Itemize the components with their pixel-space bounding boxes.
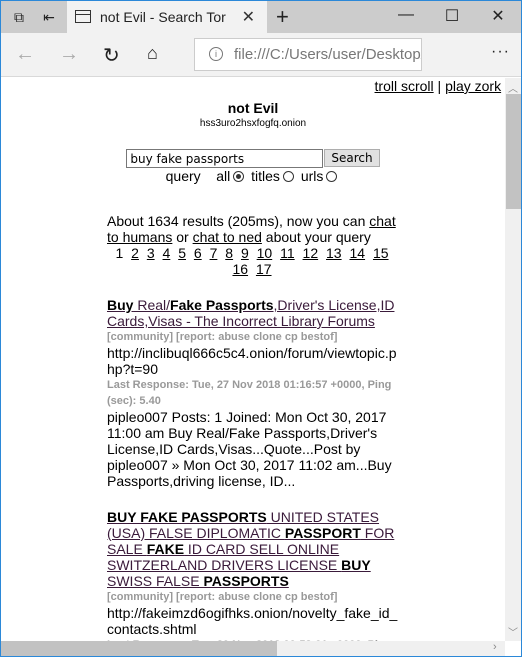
current-page: 1 (115, 245, 124, 261)
tab-manager-icon[interactable]: ⧉ (11, 9, 27, 25)
set-aside-tabs-icon[interactable]: ⇤ (41, 9, 57, 25)
title-part: Buy (107, 297, 134, 313)
close-tab-icon[interactable]: ✕ (242, 7, 255, 27)
result-url: http://inclibuql666c5c4.onion/forum/view… (107, 345, 397, 377)
mode-titles-label: titles (251, 168, 280, 184)
separator: | (437, 78, 442, 94)
title-part: Fake Passports (170, 297, 274, 313)
title-bar: ⧉ ⇤ not Evil - Search Tor ✕ + — ☐ ✕ (1, 1, 521, 33)
play-zork-link[interactable]: play zork (445, 78, 501, 94)
search-result: BUY FAKE PASSPORTS UNITED STATES (USA) F… (107, 509, 402, 641)
scroll-up-icon[interactable]: ︿ (508, 80, 518, 95)
scroll-down-icon[interactable]: ﹀ (508, 624, 518, 639)
search-result: Buy Real/Fake Passports,Driver's License… (107, 297, 402, 489)
result-title-link[interactable]: BUY FAKE PASSPORTS UNITED STATES (USA) F… (107, 509, 402, 589)
search-button[interactable]: Search (324, 149, 380, 167)
minimize-icon[interactable]: — (383, 6, 429, 24)
page-link[interactable]: 16 (232, 261, 248, 277)
page-link[interactable]: 12 (303, 245, 319, 261)
page-icon (75, 10, 91, 23)
page-link[interactable]: 3 (147, 245, 155, 261)
title-part: PASSPORTS (203, 573, 289, 589)
page-link[interactable]: 2 (131, 245, 139, 261)
troll-scroll-link[interactable]: troll scroll (375, 78, 434, 94)
result-tags: [community] [report: abuse clone cp best… (107, 591, 338, 603)
title-part: BUY FAKE PASSPORTS (107, 509, 267, 525)
title-part: SWISS FALSE (107, 573, 204, 589)
page-link[interactable]: 17 (256, 261, 272, 277)
mode-all-label: all (216, 168, 231, 184)
page-link[interactable]: 7 (210, 245, 218, 261)
page-link[interactable]: 9 (241, 245, 249, 261)
page-link[interactable]: 5 (178, 245, 186, 261)
pagination: 1 2 3 4 5 6 7 8 9 10 11 12 13 14 15 16 1… (102, 245, 402, 277)
address-bar[interactable]: i file:///C:/Users/user/Desktop/tes (194, 38, 422, 71)
page-link[interactable]: 6 (194, 245, 202, 261)
result-response: Last Response: Tue, 27 Nov 2018 01:16:57… (107, 379, 392, 407)
mode-all-radio[interactable] (233, 171, 245, 182)
search-form: Search (1, 149, 505, 168)
vertical-scrollbar[interactable]: ︿ ﹀ (505, 78, 521, 641)
tab-active[interactable]: not Evil - Search Tor ✕ (67, 1, 267, 33)
onion-address: hss3uro2hsxfogfq.onion (199, 118, 307, 129)
chat-ned-link[interactable]: chat to ned (193, 229, 262, 245)
browser-window: ⧉ ⇤ not Evil - Search Tor ✕ + — ☐ ✕ ← → … (0, 0, 522, 657)
refresh-icon[interactable]: ↻ (103, 43, 120, 68)
tab-title: not Evil - Search Tor (100, 9, 226, 25)
site-logo: not Evil (227, 100, 279, 116)
title-part: PASSPORT (284, 525, 361, 541)
maximize-icon[interactable]: ☐ (429, 6, 475, 26)
result-title-link[interactable]: Buy Real/Fake Passports,Driver's License… (107, 297, 402, 329)
forward-icon[interactable]: → (59, 43, 79, 66)
address-text[interactable]: file:///C:/Users/user/Desktop/tes (234, 46, 421, 63)
page-link[interactable]: 11 (280, 245, 295, 261)
results-column: About 1634 results (205ms), now you can … (107, 213, 402, 641)
scroll-right-icon[interactable]: › (493, 641, 497, 653)
title-part: FAKE (146, 541, 185, 557)
title-part: BUY (341, 557, 371, 573)
more-icon[interactable]: ··· (491, 43, 510, 61)
horizontal-scrollbar[interactable]: › (1, 641, 505, 656)
page-link[interactable]: 4 (163, 245, 171, 261)
result-tags: [community] [report: abuse clone cp best… (107, 331, 338, 343)
page-link[interactable]: 14 (349, 245, 365, 261)
results-summary: About 1634 results (205ms), now you can … (107, 213, 396, 245)
result-snippet: pipleo007 Posts: 1 Joined: Mon Oct 30, 2… (107, 409, 396, 489)
new-tab-icon[interactable]: + (276, 4, 289, 30)
page-link[interactable]: 15 (373, 245, 389, 261)
info-icon[interactable]: i (209, 47, 223, 61)
home-icon[interactable]: ⌂ (147, 43, 158, 64)
back-icon[interactable]: ← (15, 43, 35, 66)
top-links: troll scroll | play zork (375, 78, 505, 94)
search-input[interactable] (126, 149, 324, 168)
search-mode: query all titles urls (1, 168, 505, 184)
page-content: troll scroll | play zork not Evil hss3ur… (1, 78, 505, 641)
scroll-thumb[interactable] (506, 94, 521, 209)
result-url: http://fakeimzd6ogifhks.onion/novelty_fa… (107, 605, 398, 637)
mode-titles-radio[interactable] (282, 171, 294, 182)
close-window-icon[interactable]: ✕ (475, 6, 521, 26)
horizontal-scroll-thumb[interactable] (1, 641, 277, 656)
page-link[interactable]: 13 (326, 245, 342, 261)
mode-urls-radio[interactable] (326, 171, 338, 182)
mode-urls-label: urls (300, 168, 324, 184)
navigation-bar: ← → ↻ ⌂ i file:///C:/Users/user/Desktop/… (1, 33, 521, 77)
title-part: Real/ (133, 297, 171, 313)
query-label: query (165, 168, 201, 184)
page-link[interactable]: 8 (225, 245, 233, 261)
page-link[interactable]: 10 (257, 245, 273, 261)
